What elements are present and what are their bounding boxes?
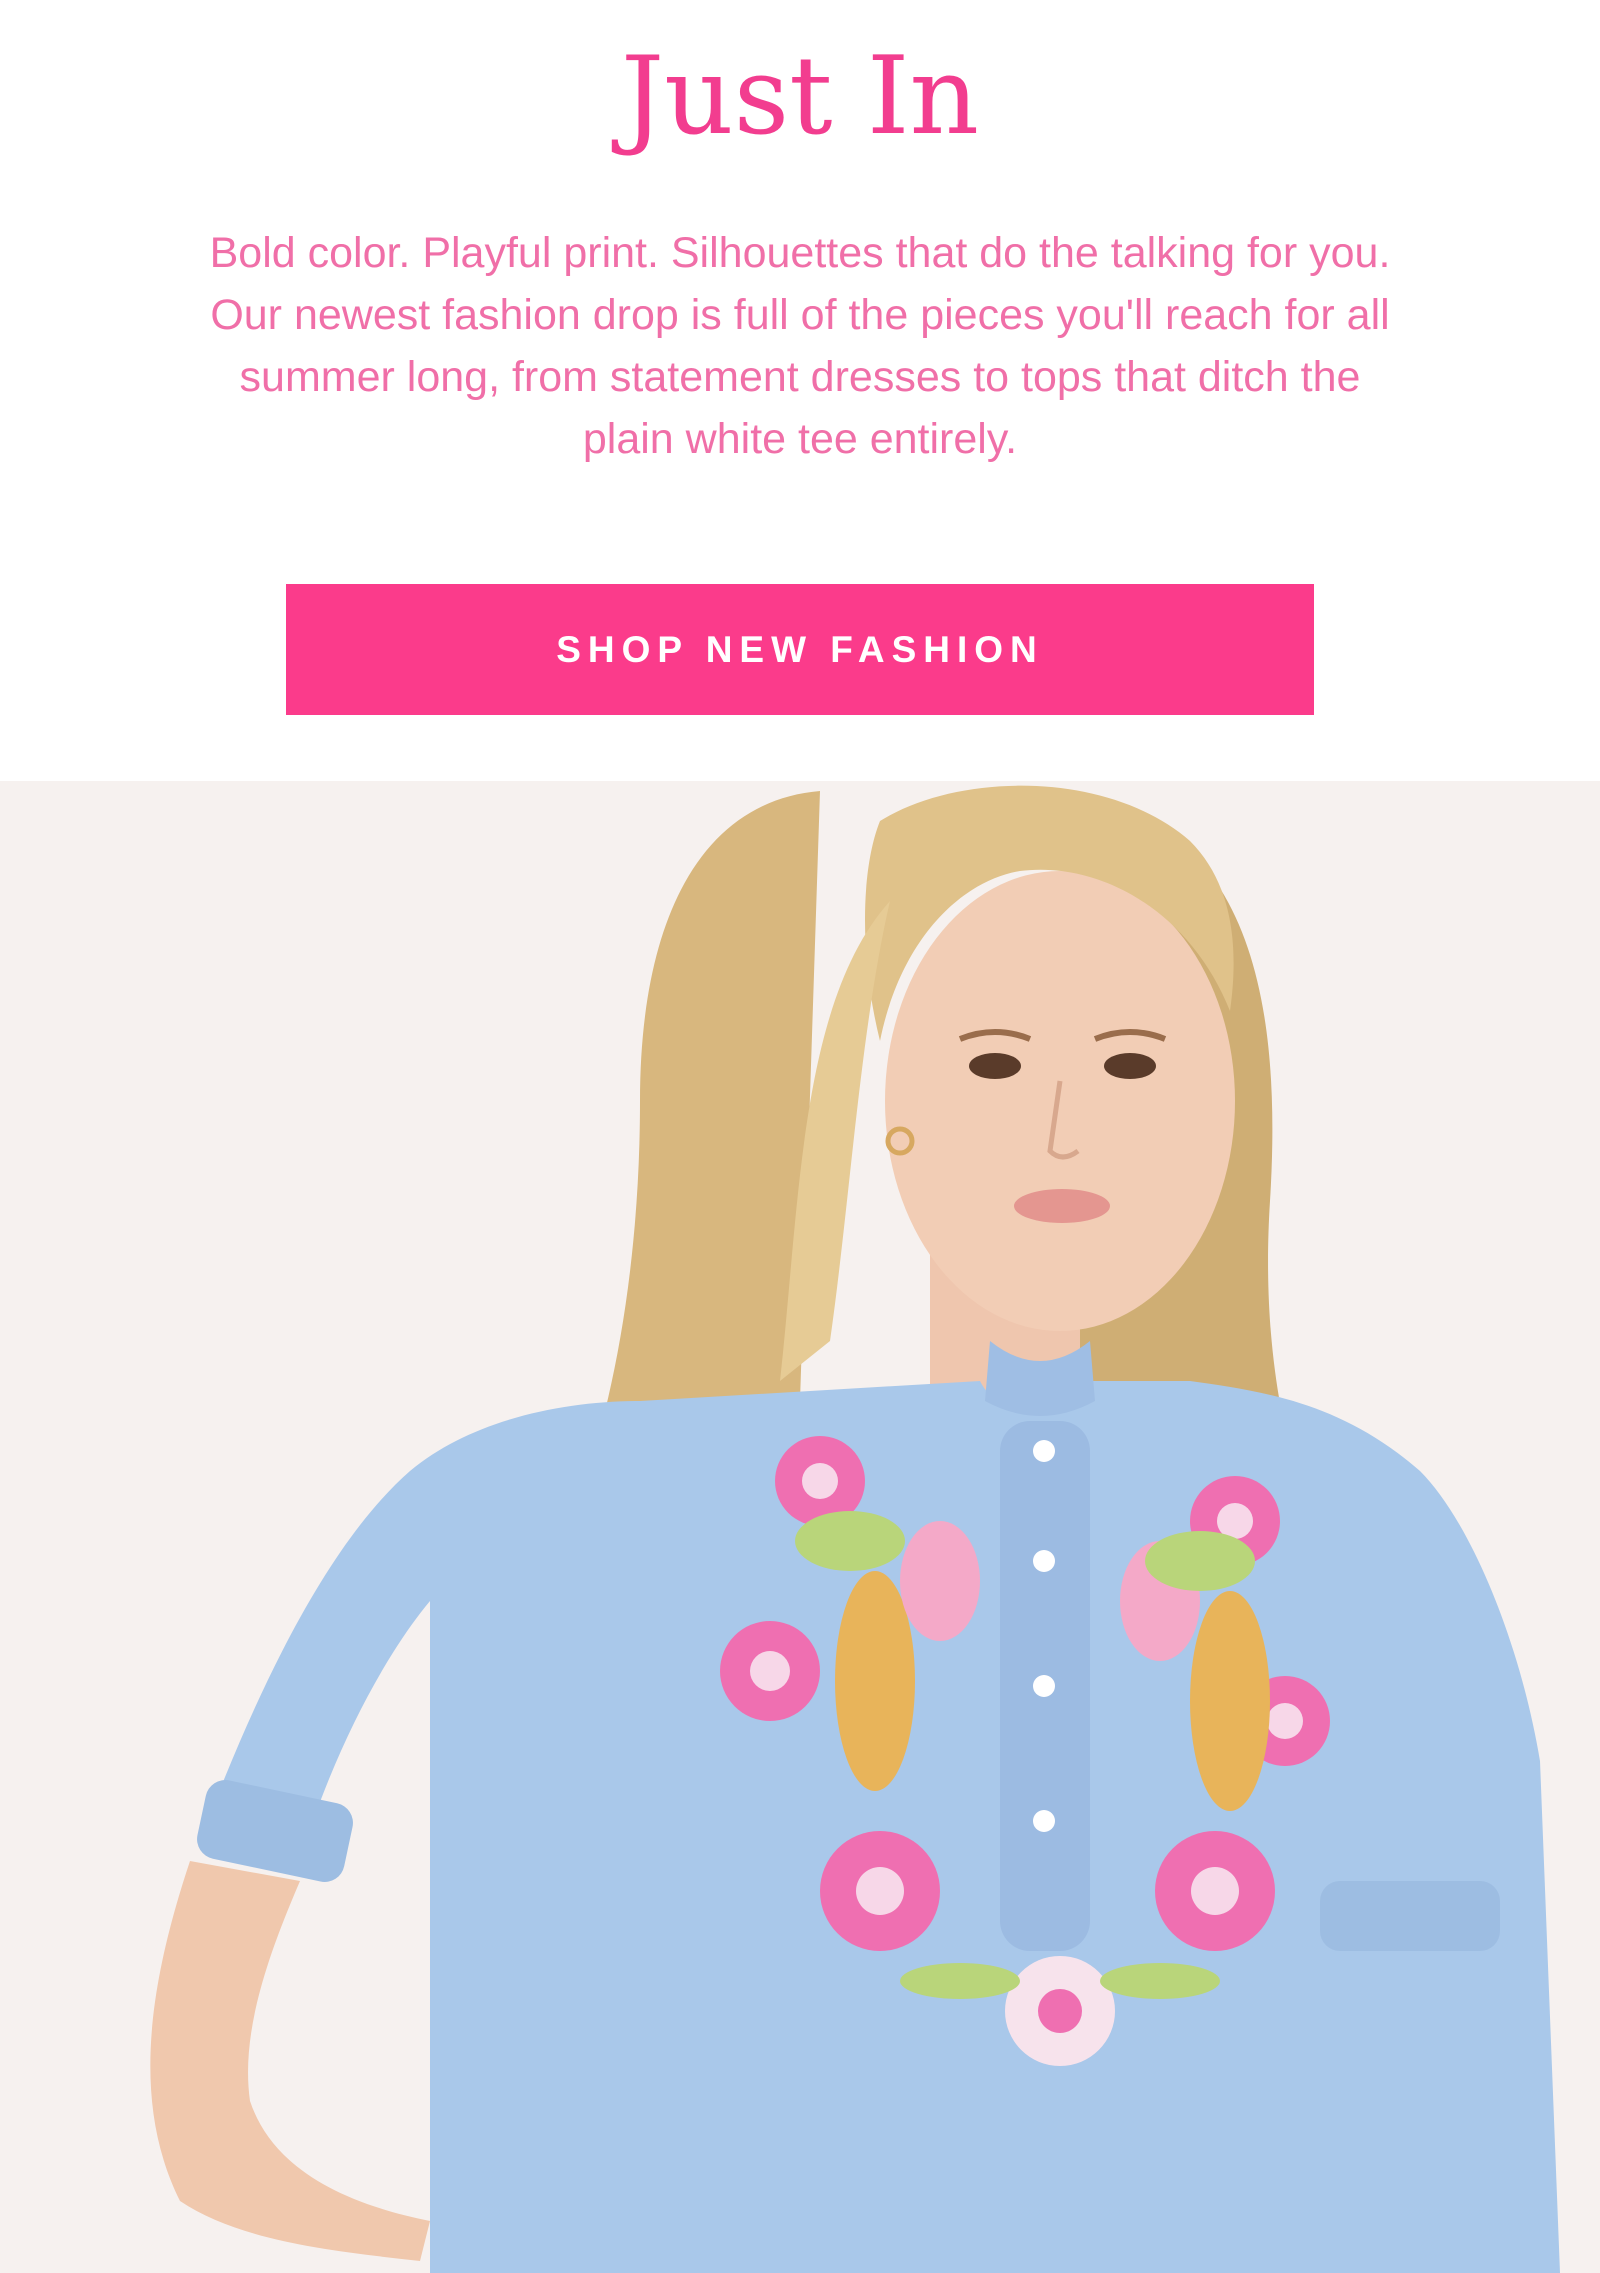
- just-in-section: Just In Bold color. Playful print. Silho…: [0, 0, 1600, 780]
- section-description: Bold color. Playful print. Silhouettes t…: [209, 229, 1391, 463]
- shop-new-fashion-button[interactable]: SHOP NEW FASHION: [286, 584, 1314, 715]
- model-photo-icon: [0, 781, 1600, 2273]
- shop-new-fashion-label: SHOP NEW FASHION: [556, 628, 1044, 670]
- section-title: Just In: [620, 34, 980, 159]
- product-photo[interactable]: [0, 781, 1600, 2273]
